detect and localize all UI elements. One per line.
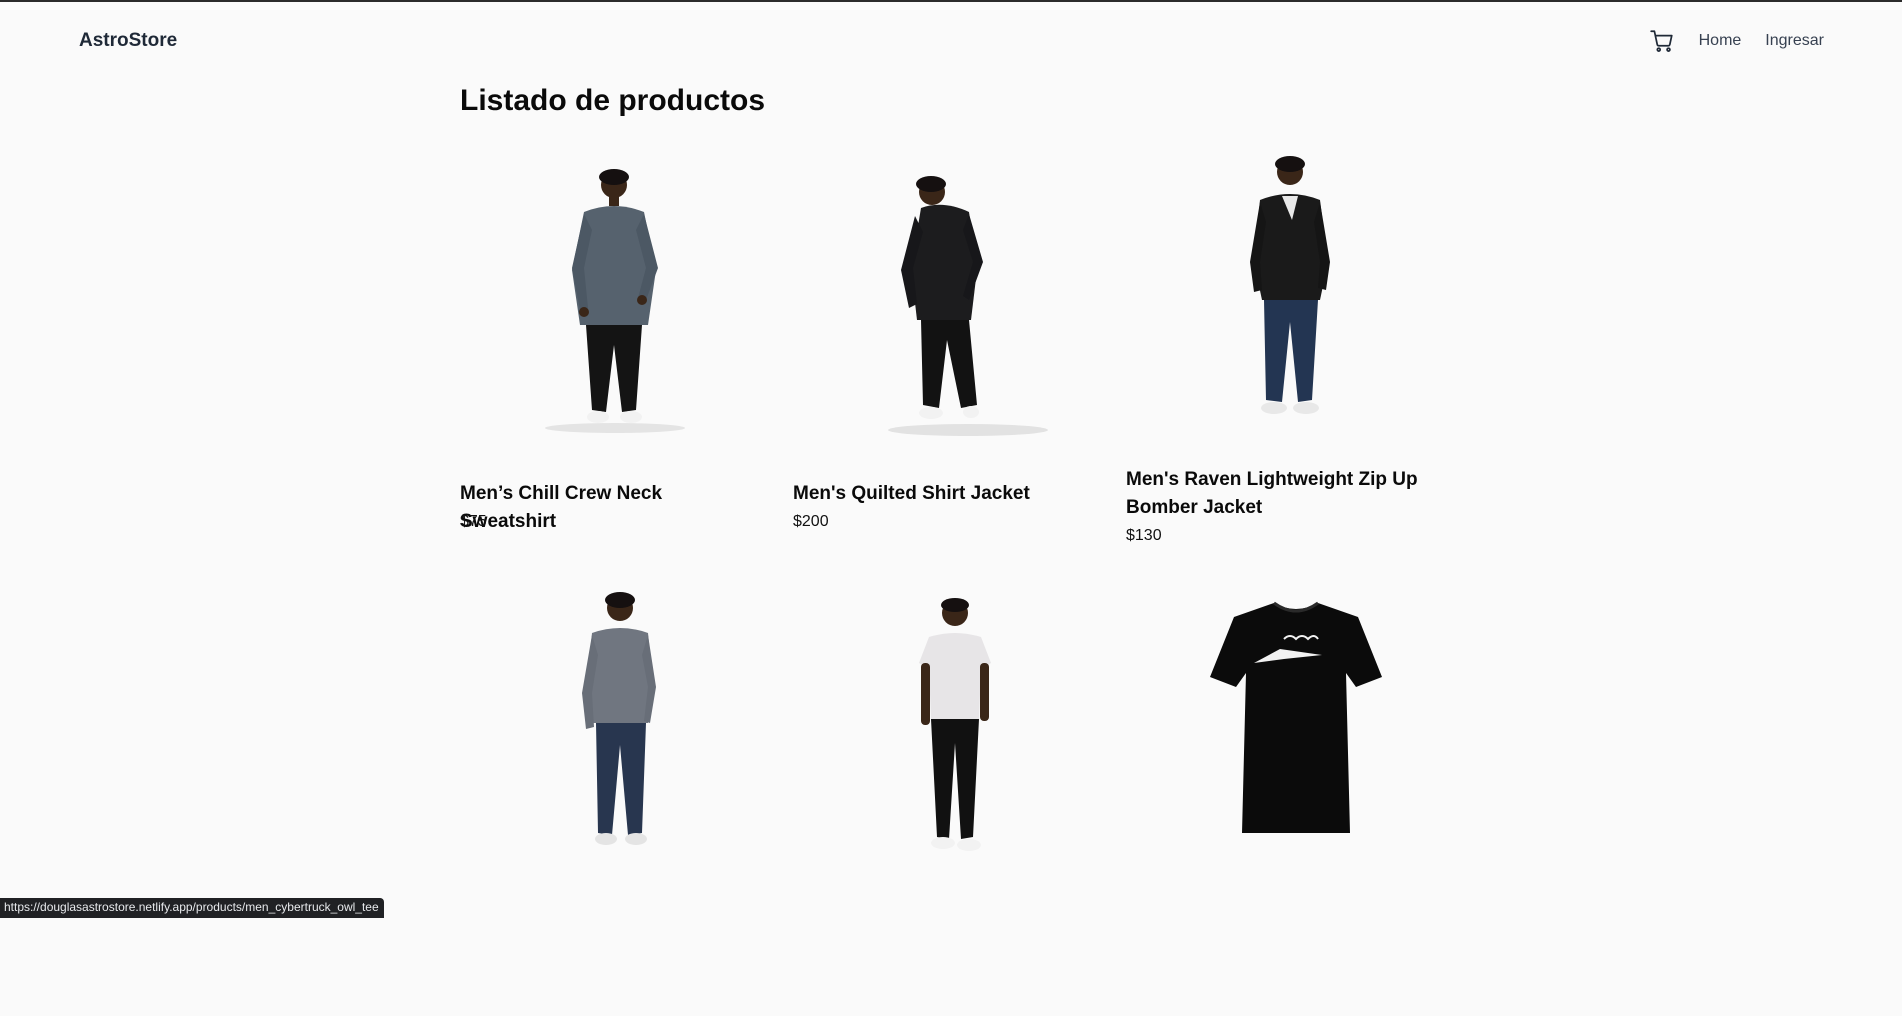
product-image[interactable] bbox=[1126, 583, 1426, 883]
cart-icon[interactable] bbox=[1649, 28, 1675, 54]
status-bar-url: https://douglasastrostore.netlify.app/pr… bbox=[0, 898, 384, 918]
brand-logo[interactable]: AstroStore bbox=[79, 30, 177, 52]
site-header: AstroStore Home Ingresar bbox=[0, 2, 1902, 82]
product-card[interactable]: Men's Raven Lightweight Zip Up Bomber Ja… bbox=[1126, 150, 1426, 583]
product-price: $200 bbox=[793, 513, 829, 531]
page-title: Listado de productos bbox=[460, 84, 765, 118]
nav-link-login[interactable]: Ingresar bbox=[1765, 32, 1824, 50]
main-nav: Home Ingresar bbox=[1649, 28, 1824, 54]
product-name[interactable]: Men's Raven Lightweight Zip Up Bomber Ja… bbox=[1126, 466, 1426, 522]
nav-link-home[interactable]: Home bbox=[1699, 32, 1742, 50]
product-card[interactable] bbox=[1126, 583, 1426, 1016]
product-name[interactable]: Men's Quilted Shirt Jacket bbox=[793, 480, 1093, 508]
product-image[interactable] bbox=[460, 583, 760, 883]
product-price: $130 bbox=[1126, 527, 1162, 545]
product-image[interactable] bbox=[1126, 150, 1426, 450]
product-card[interactable] bbox=[460, 583, 760, 1016]
product-card[interactable] bbox=[793, 583, 1093, 1016]
product-image[interactable] bbox=[793, 150, 1093, 450]
product-grid: Men’s Chill Crew Neck Sweatshirt $75 Men… bbox=[460, 150, 1460, 920]
product-image[interactable] bbox=[793, 583, 1093, 883]
product-price: $75 bbox=[460, 513, 487, 531]
product-card[interactable]: Men’s Chill Crew Neck Sweatshirt $75 bbox=[460, 150, 760, 583]
product-image[interactable] bbox=[460, 150, 760, 450]
product-card[interactable]: Men's Quilted Shirt Jacket $200 bbox=[793, 150, 1093, 583]
product-name[interactable]: Men’s Chill Crew Neck Sweatshirt bbox=[460, 480, 760, 536]
